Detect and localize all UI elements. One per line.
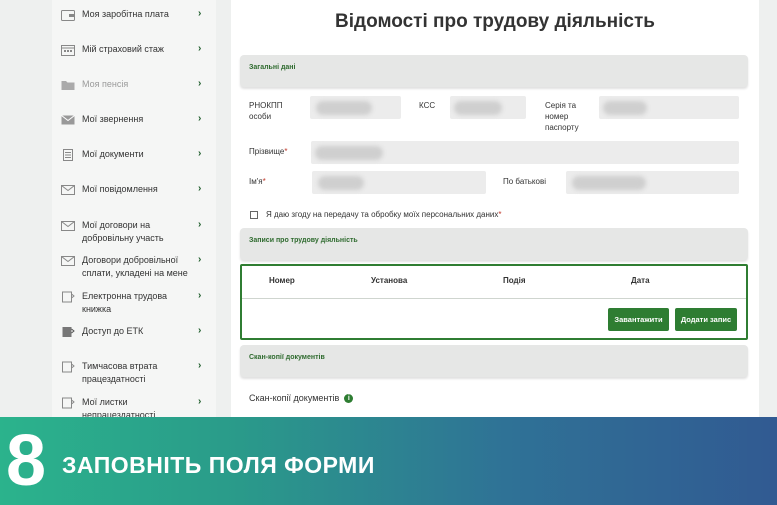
- kss-field[interactable]: [450, 96, 526, 119]
- section-records[interactable]: Записи про трудову діяльність: [240, 228, 748, 260]
- section-records-label: Записи про трудову діяльність: [249, 237, 358, 244]
- envelope-icon: [61, 221, 75, 231]
- chevron-right-icon: ›: [198, 148, 202, 159]
- sidebar-item-label: Тимчасова втрата працездатності: [82, 361, 158, 384]
- folder-icon: [61, 81, 75, 90]
- envelope-icon: [61, 115, 75, 125]
- chevron-right-icon: ›: [198, 219, 202, 230]
- table-divider: [242, 298, 746, 299]
- required-mark: *: [262, 177, 266, 186]
- required-mark: *: [498, 210, 502, 219]
- name-label-text: Ім'я: [249, 177, 263, 186]
- chevron-right-icon: ›: [198, 360, 202, 371]
- sidebar-item-label: Мої договори на добровільну участь: [82, 220, 164, 243]
- envelope-icon: [61, 185, 75, 195]
- consent-row[interactable]: Я даю згоду на передачу та обробку моїх …: [250, 210, 502, 219]
- section-general-label: Загальні дані: [249, 64, 296, 71]
- chevron-right-icon: ›: [198, 254, 202, 265]
- rnokpp-field[interactable]: [310, 96, 401, 119]
- records-table: Номер Установа Подія Дата Завантажити До…: [240, 264, 748, 340]
- chevron-right-icon: ›: [198, 78, 202, 89]
- sidebar-item-label: Мої документи: [82, 149, 144, 159]
- consent-checkbox[interactable]: [250, 210, 258, 219]
- rnokpp-label: РНОКПП особи: [249, 101, 283, 121]
- sidebar-item-label: Мій страховий стаж: [82, 44, 164, 54]
- upload-button[interactable]: Завантажити: [608, 308, 669, 331]
- name-field[interactable]: [312, 171, 486, 194]
- column-header-number: Номер: [269, 276, 295, 285]
- sidebar-item-label: Мої повідомлення: [82, 184, 158, 194]
- calendar-icon: [61, 45, 75, 56]
- document-icon: [63, 149, 73, 161]
- book-icon: [62, 397, 75, 409]
- section-general[interactable]: Загальні дані: [240, 55, 748, 87]
- instruction-banner: 8 ЗАПОВНІТЬ ПОЛЯ ФОРМИ: [0, 417, 777, 505]
- add-record-button[interactable]: Додати запис: [675, 308, 737, 331]
- book-icon: [62, 327, 75, 337]
- kss-label: КСС: [419, 101, 436, 110]
- consent-text: Я даю згоду на передачу та обробку моїх …: [266, 210, 499, 219]
- section-scans[interactable]: Скан-копії документів: [240, 345, 748, 377]
- section-scans-label: Скан-копії документів: [249, 354, 325, 361]
- surname-field[interactable]: [311, 141, 739, 164]
- info-icon[interactable]: i: [344, 393, 354, 403]
- column-header-institution: Установа: [371, 276, 408, 285]
- sidebar: Моя заробітна плата › Мій страховий стаж…: [52, 0, 216, 420]
- passport-label: Серія та номер паспорту: [545, 101, 579, 132]
- step-number: 8: [6, 421, 47, 501]
- sidebar-item-label: Мої звернення: [82, 114, 144, 124]
- patronymic-field[interactable]: [566, 171, 739, 194]
- envelope-icon: [61, 256, 75, 266]
- scans-row: Скан-копії документів i: [249, 393, 354, 403]
- chevron-right-icon: ›: [198, 43, 202, 54]
- chevron-right-icon: ›: [198, 290, 202, 301]
- passport-field[interactable]: [599, 96, 739, 119]
- scans-label: Скан-копії документів: [249, 393, 340, 403]
- patronymic-label: По батькові: [503, 177, 546, 186]
- surname-label-text: Прізвище: [249, 147, 285, 156]
- chevron-right-icon: ›: [198, 113, 202, 124]
- page-title: Відомості про трудову діяльність: [335, 11, 655, 32]
- wallet-icon: [61, 10, 75, 21]
- sidebar-item-label: Доступ до ЕТК: [82, 326, 144, 336]
- sidebar-item-label: Електронна трудова книжка: [82, 291, 168, 314]
- chevron-right-icon: ›: [198, 396, 202, 407]
- chevron-right-icon: ›: [198, 8, 202, 19]
- name-label: Ім'я*: [249, 176, 266, 187]
- main-panel: Відомості про трудову діяльність Загальн…: [231, 0, 759, 417]
- surname-label: Прізвище*: [249, 146, 287, 157]
- chevron-right-icon: ›: [198, 325, 202, 336]
- sidebar-item-label: Моя пенсія: [82, 79, 129, 89]
- step-instruction: ЗАПОВНІТЬ ПОЛЯ ФОРМИ: [62, 452, 375, 478]
- sidebar-item-label: Моя заробітна плата: [82, 9, 169, 19]
- column-header-event: Подія: [503, 276, 526, 285]
- sidebar-item-label: Договори добровільної сплати, укладені н…: [82, 255, 188, 278]
- book-icon: [62, 361, 75, 373]
- chevron-right-icon: ›: [198, 183, 202, 194]
- book-icon: [62, 291, 75, 303]
- required-mark: *: [284, 147, 288, 156]
- column-header-date: Дата: [631, 276, 650, 285]
